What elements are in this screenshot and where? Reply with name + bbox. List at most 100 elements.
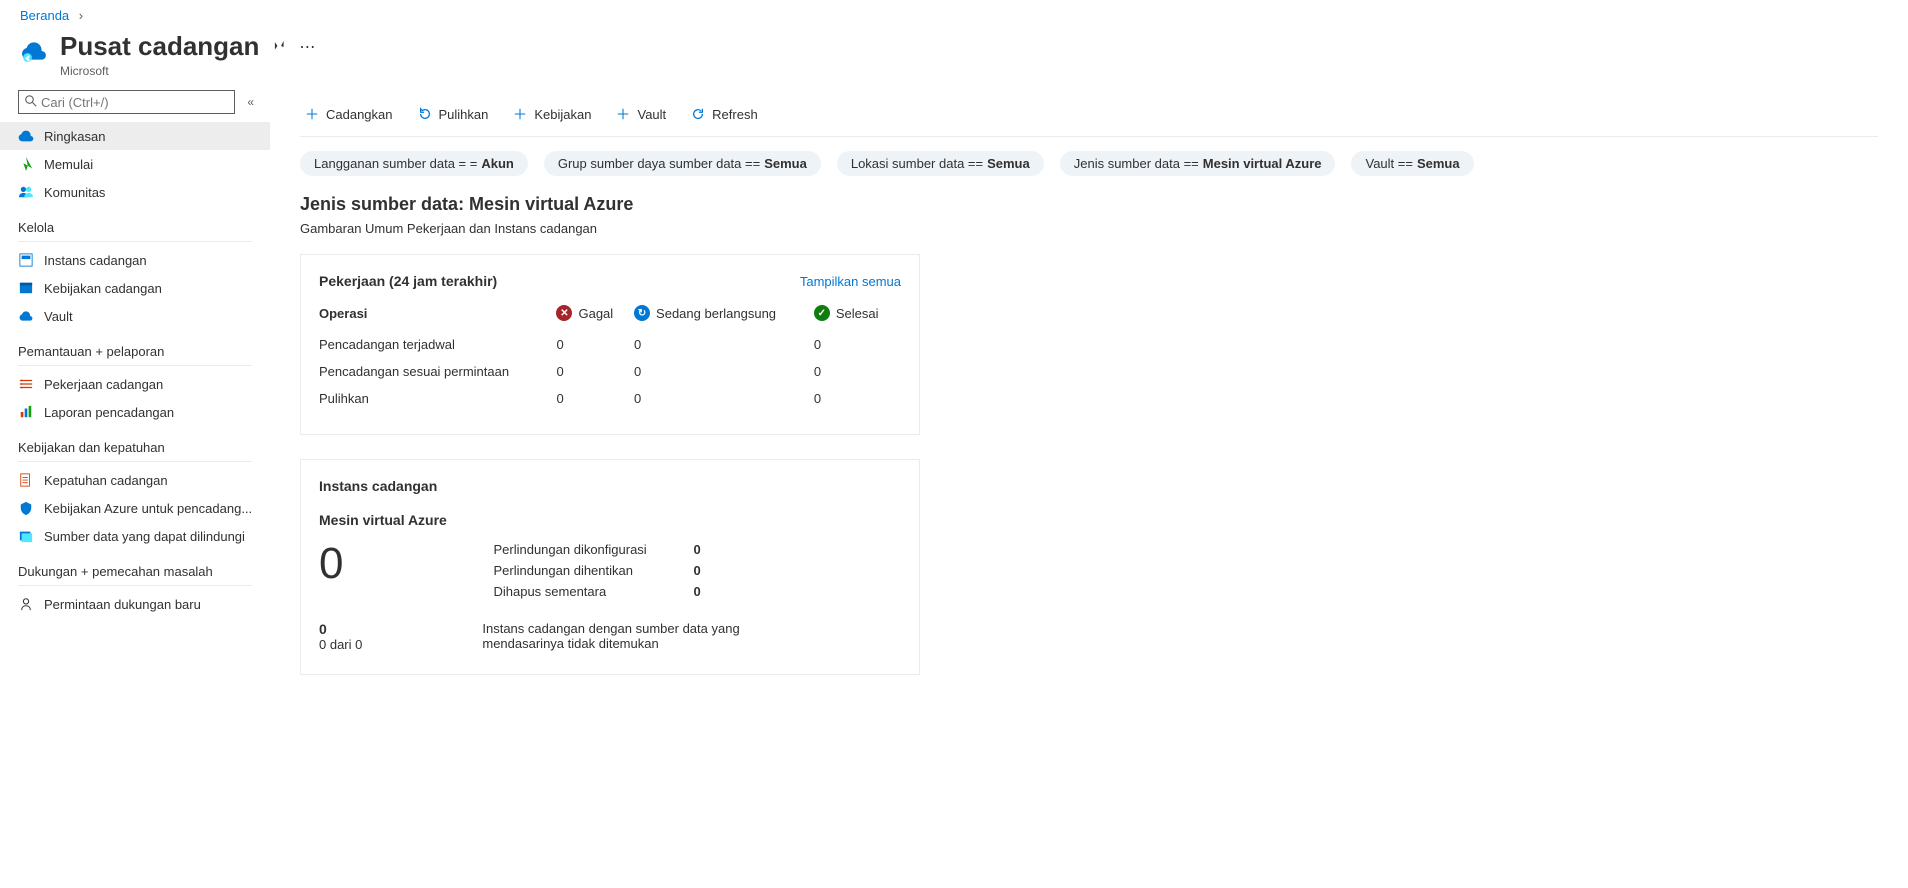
restore-button[interactable]: Pulihkan — [413, 104, 493, 124]
sidebar-item-instans-cadangan[interactable]: Instans cadangan — [0, 246, 270, 274]
page-header: Pusat cadangan ⋯ Microsoft — [0, 27, 1908, 90]
sidebar-item-pekerjaan-cadangan[interactable]: Pekerjaan cadangan — [0, 370, 270, 398]
sidebar-item-kepatuhan-cadangan[interactable]: Kepatuhan cadangan — [0, 466, 270, 494]
sidebar-item-label: Instans cadangan — [44, 253, 147, 268]
sidebar-item-label: Kebijakan cadangan — [44, 281, 162, 296]
more-icon: ⋯ — [299, 39, 315, 56]
compliance-icon — [18, 472, 34, 488]
azure-policy-icon — [18, 500, 34, 516]
cell-operation: Pencadangan sesuai permintaan — [319, 358, 556, 385]
filter-label: Vault == — [1365, 156, 1412, 171]
support-icon — [18, 596, 34, 612]
button-label: Vault — [637, 107, 666, 122]
filter-value: Akun — [481, 156, 514, 171]
sidebar-item-vault[interactable]: Vault — [0, 302, 270, 330]
sidebar-item-memulai[interactable]: Memulai — [0, 150, 270, 178]
filter-vault[interactable]: Vault == Semua — [1351, 151, 1473, 176]
plus-icon — [304, 106, 320, 122]
jobs-card: Pekerjaan (24 jam terakhir) Tampilkan se… — [300, 254, 920, 435]
sidebar-item-label: Kebijakan Azure untuk pencadang... — [44, 501, 252, 516]
sidebar-item-label: Permintaan dukungan baru — [44, 597, 201, 612]
sidebar-item-ringkasan[interactable]: Ringkasan — [0, 122, 270, 150]
cell-failed: 0 — [556, 331, 634, 358]
toolbar: Cadangkan Pulihkan Kebijakan Vault Refre… — [300, 90, 1878, 137]
sidebar-item-sumber-data-dilindungi[interactable]: Sumber data yang dapat dilindungi — [0, 522, 270, 550]
filters-row: Langganan sumber data = = Akun Grup sumb… — [300, 137, 1908, 194]
policy-icon — [18, 280, 34, 296]
sidebar-item-permintaan-dukungan[interactable]: Permintaan dukungan baru — [0, 590, 270, 618]
sidebar-item-komunitas[interactable]: Komunitas — [0, 178, 270, 206]
plus-icon — [512, 106, 528, 122]
sidebar-item-label: Laporan pencadangan — [44, 405, 174, 420]
page-subtitle: Microsoft — [60, 64, 317, 78]
undo-icon — [417, 106, 433, 122]
refresh-icon — [690, 106, 706, 122]
overview-icon — [18, 128, 34, 144]
filter-label: Langganan sumber data = = — [314, 156, 477, 171]
filter-resource-group[interactable]: Grup sumber daya sumber data == Semua — [544, 151, 821, 176]
sidebar-item-kebijakan-cadangan[interactable]: Kebijakan cadangan — [0, 274, 270, 302]
sidebar-item-label: Vault — [44, 309, 73, 324]
button-label: Cadangkan — [326, 107, 393, 122]
cell-operation: Pencadangan terjadwal — [319, 331, 556, 358]
instances-card-title: Instans cadangan — [319, 478, 437, 494]
show-all-link[interactable]: Tampilkan semua — [800, 274, 901, 289]
filter-label: Lokasi sumber data == — [851, 156, 983, 171]
vault-button[interactable]: Vault — [611, 104, 670, 124]
footer-desc: Instans cadangan dengan sumber data yang… — [482, 621, 782, 651]
cell-done: 0 — [814, 358, 901, 385]
filter-datasource-type[interactable]: Jenis sumber data == Mesin virtual Azure — [1060, 151, 1336, 176]
more-button[interactable]: ⋯ — [297, 35, 317, 59]
breadcrumb-home[interactable]: Beranda — [20, 8, 69, 23]
refresh-button[interactable]: Refresh — [686, 104, 762, 124]
cell-inprogress: 0 — [634, 385, 814, 412]
section-header-kelola: Kelola — [0, 206, 270, 241]
sidebar-item-label: Sumber data yang dapat dilindungi — [44, 529, 245, 544]
row-label: Perlindungan dihentikan — [493, 563, 693, 578]
cell-inprogress: 0 — [634, 358, 814, 385]
jobs-table: Operasi ✕Gagal ↻Sedang berlangsung ✓Sele… — [319, 299, 901, 412]
protectable-icon — [18, 528, 34, 544]
sidebar-item-label: Kepatuhan cadangan — [44, 473, 168, 488]
col-inprogress: ↻Sedang berlangsung — [634, 299, 814, 331]
instances-total: 0 — [319, 542, 343, 586]
jobs-icon — [18, 376, 34, 392]
filter-value: Mesin virtual Azure — [1203, 156, 1322, 171]
reports-icon — [18, 404, 34, 420]
jobs-card-title: Pekerjaan (24 jam terakhir) — [319, 273, 497, 289]
inprogress-icon: ↻ — [634, 305, 650, 321]
row-value: 0 — [693, 542, 733, 557]
filter-label: Jenis sumber data == — [1074, 156, 1199, 171]
filter-label: Grup sumber daya sumber data == — [558, 156, 760, 171]
instances-card: Instans cadangan Mesin virtual Azure 0 P… — [300, 459, 920, 675]
divider — [18, 241, 252, 242]
pin-button[interactable] — [269, 35, 287, 58]
divider — [18, 585, 252, 586]
backup-button[interactable]: Cadangkan — [300, 104, 397, 124]
breadcrumb: Beranda › — [0, 0, 1908, 27]
sidebar-item-label: Ringkasan — [44, 129, 105, 144]
search-input[interactable] — [41, 95, 228, 110]
table-row: Pencadangan sesuai permintaan 0 0 0 — [319, 358, 901, 385]
col-done: ✓Selesai — [814, 299, 901, 331]
search-icon — [25, 95, 37, 110]
sidebar-item-laporan-pencadangan[interactable]: Laporan pencadangan — [0, 398, 270, 426]
cell-done: 0 — [814, 385, 901, 412]
table-row: Pulihkan 0 0 0 — [319, 385, 901, 412]
footer-count: 0 — [319, 621, 362, 637]
filter-value: Semua — [1417, 156, 1460, 171]
plus-icon — [615, 106, 631, 122]
sidebar-item-label: Pekerjaan cadangan — [44, 377, 163, 392]
search-box[interactable] — [18, 90, 235, 114]
instance-icon — [18, 252, 34, 268]
policy-button[interactable]: Kebijakan — [508, 104, 595, 124]
row-label: Perlindungan dikonfigurasi — [493, 542, 693, 557]
col-done-label: Selesai — [836, 306, 879, 321]
cell-failed: 0 — [556, 358, 634, 385]
sidebar-item-kebijakan-azure[interactable]: Kebijakan Azure untuk pencadang... — [0, 494, 270, 522]
row-value: 0 — [693, 563, 733, 578]
filter-subscription[interactable]: Langganan sumber data = = Akun — [300, 151, 528, 176]
filter-location[interactable]: Lokasi sumber data == Semua — [837, 151, 1044, 176]
cell-failed: 0 — [556, 385, 634, 412]
collapse-sidebar-button[interactable]: « — [243, 91, 258, 113]
